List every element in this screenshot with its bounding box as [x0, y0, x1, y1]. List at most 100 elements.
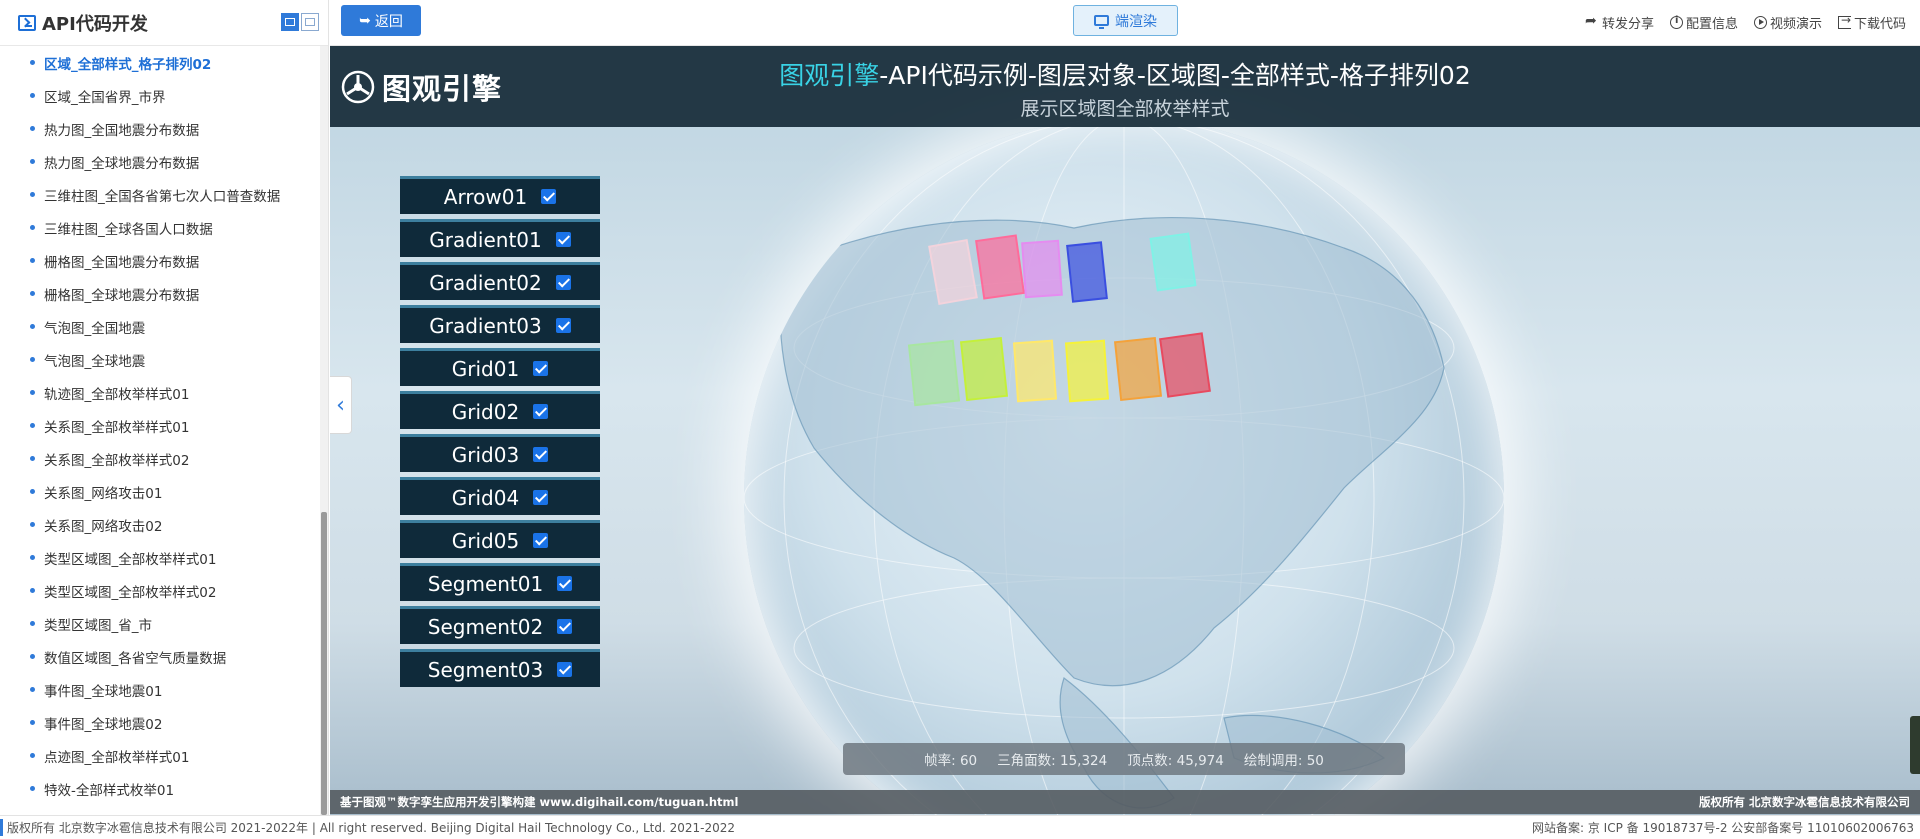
region-block[interactable] [975, 234, 1025, 300]
sidebar-item[interactable]: 轨迹图_全部枚举样式01 [0, 376, 322, 409]
region-block[interactable] [1012, 339, 1058, 403]
sidebar-item[interactable]: 关系图_全部枚举样式01 [0, 409, 322, 442]
sidebar-item[interactable]: 类型区域图_全部枚举样式01 [0, 541, 322, 574]
sidebar-item[interactable]: 气泡图_全国地震 [0, 310, 322, 343]
region-block[interactable] [907, 339, 961, 407]
config-link[interactable]: 配置信息 [1669, 13, 1738, 32]
back-button[interactable]: ➥ 返回 [341, 5, 421, 36]
layer-toggle[interactable]: Grid03 [400, 434, 600, 472]
layer-toggle[interactable]: Gradient01 [400, 219, 600, 257]
sidebar-item[interactable]: 关系图_网络攻击01 [0, 475, 322, 508]
bullet-icon [30, 687, 35, 692]
layer-toggle[interactable]: Segment01 [400, 563, 600, 601]
back-arrow-icon: ➥ [359, 12, 371, 29]
region-block[interactable] [1159, 332, 1211, 398]
sidebar-item-label: 特效-全部样式枚举01 [44, 782, 175, 799]
sidebar-item[interactable]: 类型区域图_省_市 [0, 607, 322, 640]
sidebar-item[interactable]: 三维柱图_全国各省第七次人口普查数据 [0, 178, 322, 211]
sidebar-item[interactable]: 数值区域图_各省空气质量数据 [0, 640, 322, 673]
region-block[interactable] [1113, 336, 1163, 402]
sidebar-item[interactable]: 关系图_全部枚举样式02 [0, 442, 322, 475]
download-icon [1837, 13, 1851, 29]
layer-toggle[interactable]: Arrow01 [400, 176, 600, 214]
layer-name: Grid03 [451, 442, 520, 467]
sidebar-item[interactable]: 区域_全部样式_格子排列02 [0, 46, 322, 79]
footer-right-text: 版权所有 北京数字冰雹信息技术有限公司 [1698, 795, 1910, 809]
layer-checkbox[interactable] [555, 318, 571, 333]
layer-checkbox[interactable] [533, 490, 549, 505]
layer-checkbox[interactable] [533, 447, 549, 462]
sidebar-item-label: 栅格图_全球地震分布数据 [44, 287, 200, 304]
sidebar-item[interactable]: 气泡图_全球地震 [0, 343, 322, 376]
layer-checkbox[interactable] [557, 619, 573, 634]
layer-name: Gradient01 [429, 227, 542, 252]
region-block[interactable] [1149, 232, 1197, 292]
drawcalls-stat: 绘制调用: 50 [1243, 753, 1324, 769]
list-view-icon[interactable] [281, 13, 299, 31]
sidebar-item-label: 气泡图_全国地震 [44, 320, 146, 337]
layer-checkbox[interactable] [555, 275, 571, 290]
bullet-icon [30, 291, 35, 296]
bullet-icon [30, 93, 35, 98]
layer-checkbox[interactable] [555, 232, 571, 247]
region-block[interactable] [1021, 239, 1063, 299]
bullet-icon [30, 258, 35, 263]
sidebar-item[interactable]: 点迹图_全部枚举样式01 [0, 739, 322, 772]
download-link[interactable]: 下载代码 [1837, 13, 1906, 32]
sidebar-item-label: 关系图_网络攻击01 [44, 485, 163, 502]
layer-checkbox[interactable] [533, 404, 549, 419]
layer-toggle[interactable]: Gradient03 [400, 305, 600, 343]
sidebar-item-label: 类型区域图_全部枚举样式01 [44, 551, 217, 568]
vertices-stat: 顶点数: 45,974 [1127, 753, 1224, 769]
layer-checkbox[interactable] [557, 662, 573, 677]
icp-text: 网站备案: 京 ICP 备 19018737号-2 公安部备案号 1101060… [1531, 821, 1914, 835]
share-link[interactable]: 转发分享 [1585, 13, 1654, 32]
layer-toggle[interactable]: Grid04 [400, 477, 600, 515]
region-block[interactable] [1066, 241, 1108, 303]
sidebar-item[interactable]: 栅格图_全国地震分布数据 [0, 244, 322, 277]
sidebar-item[interactable]: 类型区域图_全部枚举样式02 [0, 574, 322, 607]
image-view-icon[interactable] [301, 13, 319, 31]
render-viewport[interactable]: 图观引擎 图观引擎-API代码示例-图层对象-区域图-全部样式-格子排列02 展… [330, 46, 1920, 815]
config-label: 配置信息 [1685, 16, 1738, 32]
render-button[interactable]: 端渲染 [1073, 5, 1178, 36]
sidebar-item[interactable]: 特效-全部样式枚举01 [0, 772, 322, 805]
layer-toggle[interactable]: Segment03 [400, 649, 600, 687]
sidebar-item[interactable]: 栅格图_全球地震分布数据 [0, 277, 322, 310]
video-link[interactable]: 视频演示 [1753, 13, 1822, 32]
region-block[interactable] [959, 336, 1009, 402]
layer-toggle[interactable]: Grid05 [400, 520, 600, 558]
sidebar: API代码开发 区域_全部样式_格子排列02 区域_全国省界_市界 热力图_全国地震… [0, 0, 329, 815]
layer-name: Gradient02 [429, 270, 542, 295]
sidebar-item[interactable]: 事件图_全球地震02 [0, 706, 322, 739]
layer-toggle[interactable]: Grid01 [400, 348, 600, 386]
layer-checkbox[interactable] [533, 533, 549, 548]
play-icon [1753, 15, 1767, 29]
sidebar-item-label: 类型区域图_全部枚举样式02 [44, 584, 217, 601]
bullet-icon [30, 423, 35, 428]
sidebar-item[interactable]: 热力图_全球地震分布数据 [0, 145, 322, 178]
layer-toggle[interactable]: Segment02 [400, 606, 600, 644]
bullet-icon [30, 225, 35, 230]
collapse-sidebar-button[interactable]: ‹ [330, 376, 352, 434]
layer-checkbox[interactable] [557, 576, 573, 591]
sidebar-scrollbar[interactable] [320, 46, 328, 815]
sidebar-item-label: 栅格图_全国地震分布数据 [44, 254, 200, 271]
bullet-icon [30, 489, 35, 494]
layer-toggle[interactable]: Grid02 [400, 391, 600, 429]
sidebar-scroll-thumb[interactable] [321, 512, 327, 815]
region-block[interactable] [1064, 339, 1110, 403]
layer-checkbox[interactable] [541, 189, 557, 204]
bullet-icon [30, 555, 35, 560]
layer-name: Arrow01 [443, 184, 528, 209]
sidebar-item[interactable]: 三维柱图_全球各国人口数据 [0, 211, 322, 244]
layer-name: Segment02 [427, 614, 544, 639]
sidebar-item[interactable]: 区域_全国省界_市界 [0, 79, 322, 112]
sidebar-item[interactable]: 事件图_全球地震01 [0, 673, 322, 706]
bullet-icon [30, 192, 35, 197]
layer-toggle[interactable]: Gradient02 [400, 262, 600, 300]
layer-checkbox[interactable] [533, 361, 549, 376]
sidebar-item-label: 三维柱图_全国各省第七次人口普查数据 [44, 188, 281, 205]
sidebar-item[interactable]: 关系图_网络攻击02 [0, 508, 322, 541]
sidebar-item[interactable]: 热力图_全国地震分布数据 [0, 112, 322, 145]
